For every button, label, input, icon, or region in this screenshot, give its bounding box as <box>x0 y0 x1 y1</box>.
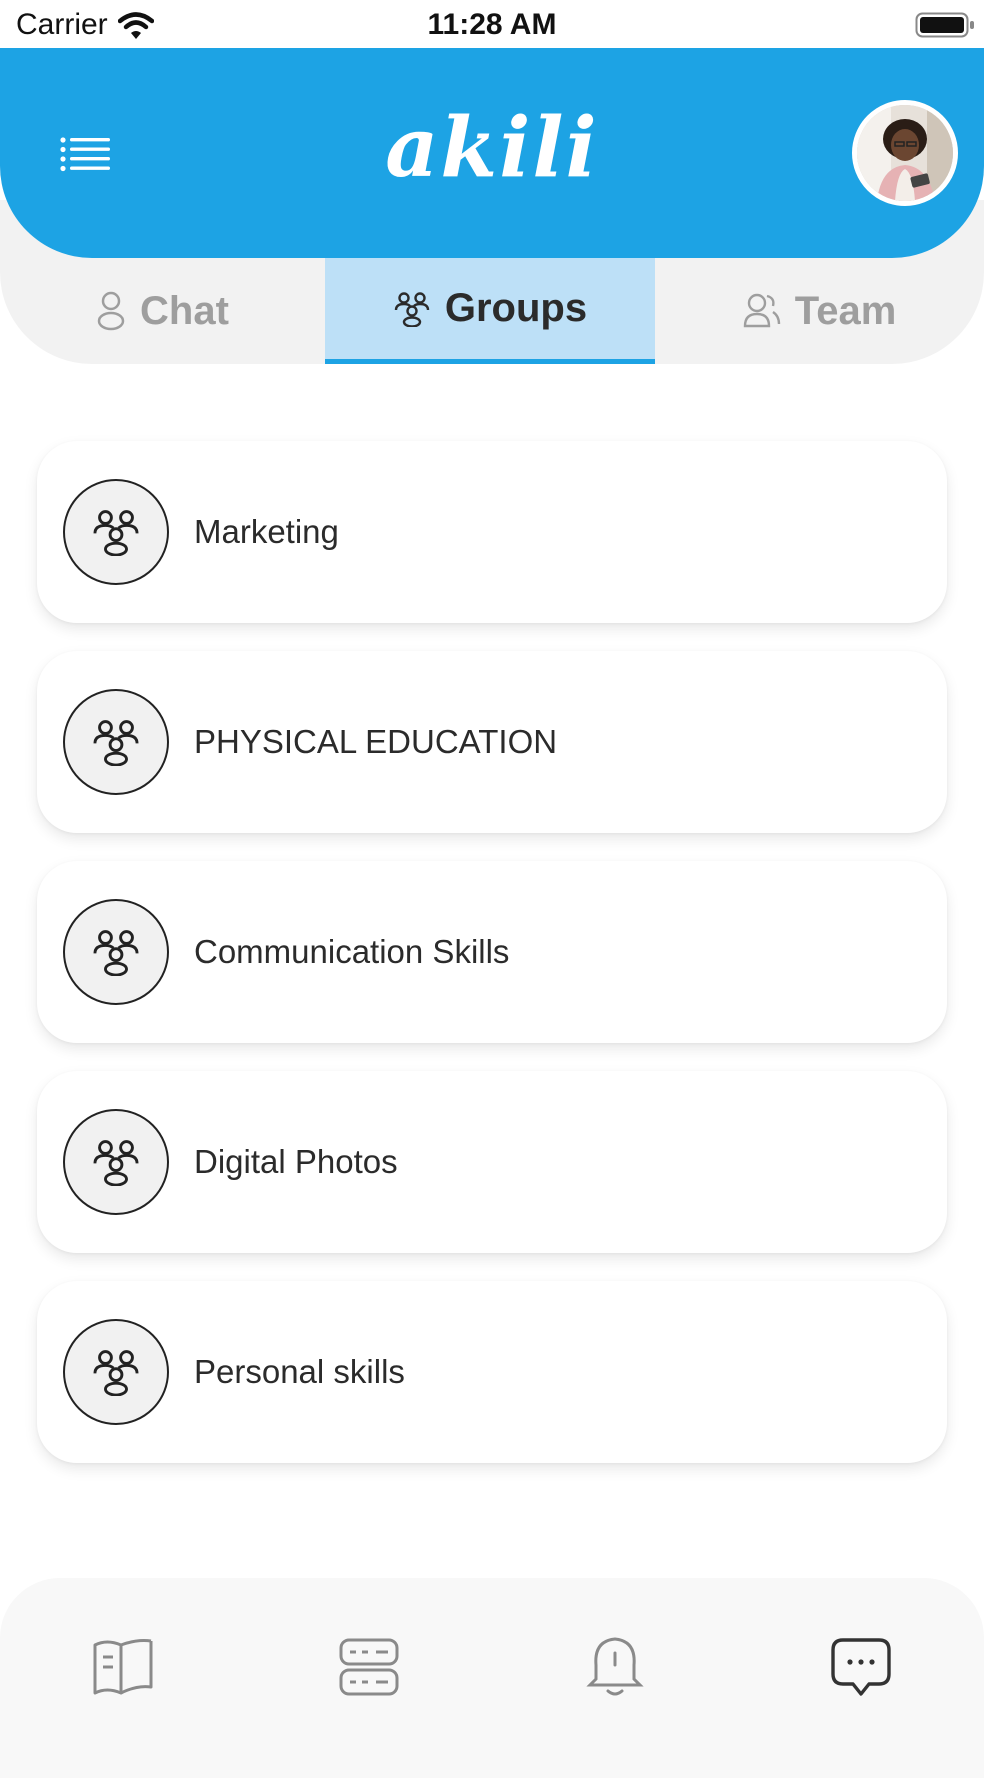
group-name: Digital Photos <box>194 1143 398 1180</box>
status-bar: Carrier 11:28 AM <box>0 0 984 48</box>
nav-notifications[interactable] <box>570 1622 660 1712</box>
list-item-group[interactable]: Communication Skills <box>37 861 947 1043</box>
group-icon <box>93 1350 139 1396</box>
chat-bubble-icon <box>831 1638 891 1696</box>
list-item-group[interactable]: Digital Photos <box>37 1071 947 1253</box>
bell-icon <box>586 1637 644 1696</box>
tab-chat[interactable]: Chat <box>0 258 325 364</box>
group-name: PHYSICAL EDUCATION <box>194 723 558 760</box>
nav-courses[interactable] <box>324 1622 414 1712</box>
list-item-group[interactable]: Marketing <box>37 441 947 623</box>
group-avatar <box>63 689 169 795</box>
clock: 11:28 AM <box>427 8 557 41</box>
group-name: Marketing <box>194 513 339 550</box>
group-icon <box>93 720 139 766</box>
team-icon <box>743 293 780 328</box>
screen-edge <box>984 0 1000 1778</box>
person-icon <box>97 291 125 331</box>
courses-icon <box>339 1638 399 1696</box>
group-avatar <box>63 1319 169 1425</box>
app-logo: akili <box>385 100 599 196</box>
tab-team-label: Team <box>794 288 897 333</box>
group-avatar <box>63 479 169 585</box>
tab-groups[interactable]: Groups <box>325 258 655 364</box>
list-item-group[interactable]: Personal skills <box>37 1281 947 1463</box>
group-name: Communication Skills <box>194 933 510 970</box>
group-avatar <box>63 1109 169 1215</box>
tab-chat-label: Chat <box>140 288 229 333</box>
group-icon <box>93 930 139 976</box>
group-icon <box>394 291 430 327</box>
group-avatar <box>63 899 169 1005</box>
group-name: Personal skills <box>194 1353 405 1390</box>
tab-team[interactable]: Team <box>655 258 984 364</box>
group-icon <box>93 1140 139 1186</box>
profile-photo <box>857 105 953 201</box>
avatar[interactable] <box>852 100 958 206</box>
battery-icon <box>915 12 974 38</box>
app-header: akili <box>0 48 984 258</box>
bottom-nav <box>0 1578 984 1778</box>
nav-chat[interactable] <box>816 1622 906 1712</box>
list-item-group[interactable]: PHYSICAL EDUCATION <box>37 651 947 833</box>
group-icon <box>93 510 139 556</box>
nav-library[interactable] <box>78 1622 168 1712</box>
tab-groups-label: Groups <box>444 286 588 330</box>
book-icon <box>93 1639 153 1695</box>
